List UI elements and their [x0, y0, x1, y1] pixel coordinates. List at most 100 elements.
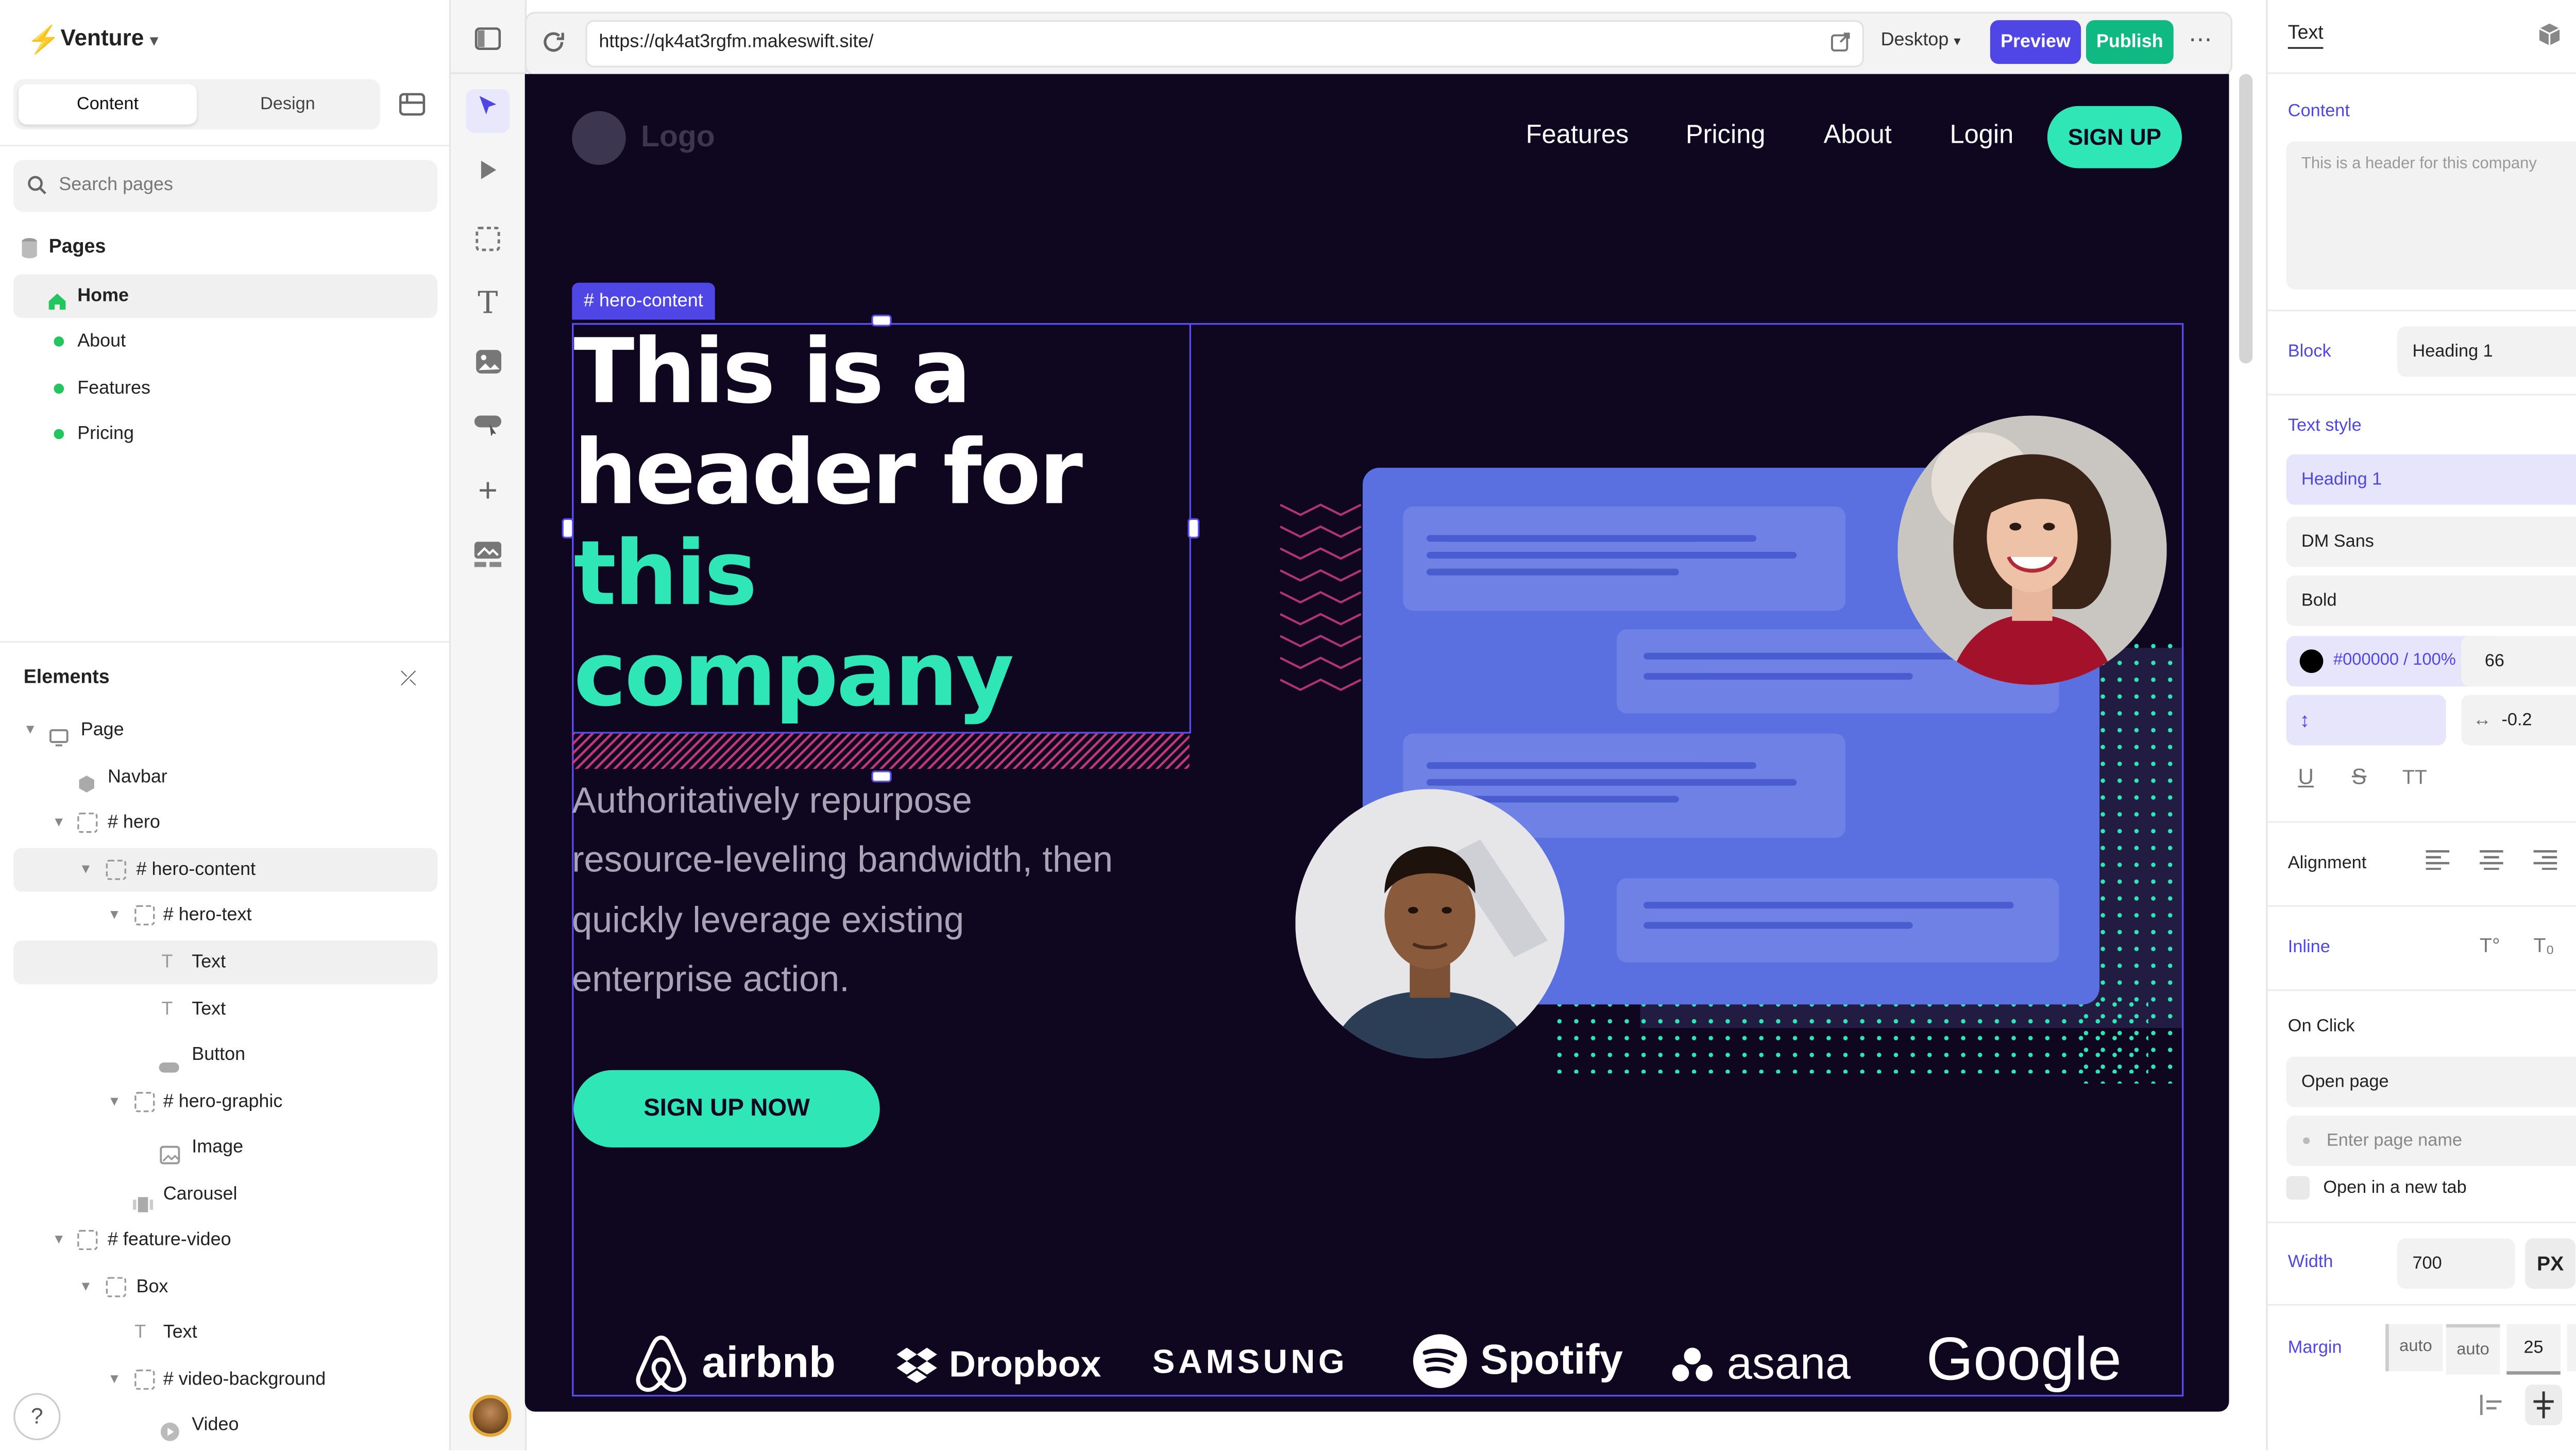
- font-weight-select[interactable]: Bold⌄: [2286, 575, 2576, 626]
- letter-spacing-value: -0.2: [2501, 710, 2532, 731]
- select-tool-icon[interactable]: [466, 89, 510, 133]
- tree-item-page[interactable]: ▼ Page: [13, 708, 437, 752]
- block-select[interactable]: Heading 1⌄: [2397, 326, 2576, 377]
- user-avatar[interactable]: [469, 1394, 512, 1437]
- tree-item-text[interactable]: T Text: [13, 1311, 437, 1355]
- align-center-icon[interactable]: [2480, 850, 2503, 875]
- unit-px-button[interactable]: PX: [2525, 1238, 2576, 1289]
- page-item-home[interactable]: Home: [13, 274, 437, 318]
- nav-link-features[interactable]: Features: [1526, 121, 1629, 151]
- nav-link-pricing[interactable]: Pricing: [1686, 121, 1766, 151]
- tree-item-hero[interactable]: ▼ # hero: [13, 801, 437, 845]
- body-line: quickly leverage existing: [572, 899, 964, 940]
- sidebar-toggle-icon[interactable]: [466, 20, 510, 64]
- align-right-icon[interactable]: [2533, 850, 2557, 875]
- search-input[interactable]: Search pages: [59, 175, 173, 195]
- margin-right-input[interactable]: auto: [2567, 1324, 2576, 1372]
- text-style-select[interactable]: Heading 1⌄: [2286, 454, 2576, 505]
- underline-icon[interactable]: U: [2298, 764, 2314, 789]
- page-item-about[interactable]: About: [13, 319, 437, 363]
- external-link-icon[interactable]: [1831, 32, 1851, 57]
- dropbox-icon: [896, 1348, 937, 1383]
- nav-link-about[interactable]: About: [1824, 121, 1892, 151]
- search-pages[interactable]: Search pages: [13, 160, 437, 212]
- tree-item-hero-text[interactable]: ▼ # hero-text: [13, 893, 437, 937]
- page-item-features[interactable]: Features: [13, 367, 437, 411]
- tab-content[interactable]: Content: [18, 84, 197, 125]
- box-tool-icon[interactable]: [466, 222, 510, 266]
- tree-item-hero-content[interactable]: ▼ # hero-content: [13, 848, 437, 892]
- selection-tag[interactable]: # hero-content: [572, 282, 715, 320]
- collapse-icon[interactable]: ⤫: [400, 666, 416, 691]
- tree-item-label: # hero-content: [136, 859, 256, 880]
- caret-down-icon: ▼: [107, 906, 121, 922]
- hero-cta-button[interactable]: SIGN UP NOW: [573, 1070, 880, 1148]
- url-input[interactable]: https://qk4at3rgfm.makeswift.site/: [599, 32, 873, 52]
- text-tool-icon[interactable]: T: [466, 283, 510, 327]
- help-button[interactable]: ?: [13, 1393, 61, 1441]
- nav-signup-button[interactable]: SIGN UP: [2047, 106, 2182, 168]
- line-height-input[interactable]: ↕: [2286, 695, 2446, 746]
- add-element-icon[interactable]: +: [466, 469, 510, 513]
- box-icon: [134, 1092, 155, 1112]
- page-name-input[interactable]: Enter page name: [2286, 1115, 2576, 1166]
- width-input[interactable]: 700: [2397, 1238, 2515, 1289]
- letter-spacing-input[interactable]: ↔ -0.2: [2461, 695, 2576, 746]
- caret-down-icon: ▼: [107, 1371, 121, 1387]
- tree-item-text[interactable]: T Text: [13, 940, 437, 985]
- library-icon[interactable]: [399, 93, 426, 116]
- superscript-icon[interactable]: T°: [2480, 934, 2500, 957]
- site-name[interactable]: Venture ▾: [61, 25, 158, 50]
- site-logo-text[interactable]: Logo: [641, 120, 715, 155]
- body-line: enterprise action.: [572, 958, 850, 1000]
- tree-item-feature-video[interactable]: ▼ # feature-video: [13, 1218, 437, 1262]
- margin-left-input[interactable]: auto: [2385, 1324, 2443, 1372]
- resize-handle[interactable]: [1188, 518, 1200, 538]
- logo-google: Google: [1926, 1324, 2122, 1393]
- tree-item-button[interactable]: Button: [13, 1033, 437, 1077]
- component-icon[interactable]: [2537, 22, 2562, 52]
- nav-link-login[interactable]: Login: [1950, 121, 2013, 151]
- tab-design[interactable]: Design: [198, 84, 377, 124]
- more-icon[interactable]: ⋯: [2189, 25, 2212, 54]
- refresh-icon[interactable]: [540, 29, 567, 61]
- tree-item-video-background[interactable]: ▼ # video-background: [13, 1358, 437, 1402]
- device-select[interactable]: Desktop ▾: [1881, 30, 1961, 50]
- caret-down-icon: ▼: [23, 721, 37, 737]
- margin-label: Margin: [2287, 1337, 2342, 1358]
- onclick-select[interactable]: Open page⌄: [2286, 1056, 2576, 1107]
- tree-item-hero-graphic[interactable]: ▼ # hero-graphic: [13, 1080, 437, 1124]
- button-tool-icon[interactable]: [466, 406, 510, 449]
- content-textarea[interactable]: This is a header for this company: [2286, 141, 2576, 290]
- tree-item-box[interactable]: ▼ Box: [13, 1266, 437, 1309]
- tree-item-navbar[interactable]: Navbar: [13, 755, 437, 799]
- image-tool-icon[interactable]: [466, 345, 510, 389]
- url-field[interactable]: https://qk4at3rgfm.makeswift.site/: [585, 20, 1864, 68]
- play-tool-icon[interactable]: [466, 151, 510, 195]
- new-tab-checkbox[interactable]: [2286, 1176, 2310, 1200]
- tree-item-text[interactable]: T Text: [13, 988, 437, 1032]
- subscript-icon[interactable]: T₀: [2534, 934, 2554, 957]
- margin-align-left-icon[interactable]: [2480, 1393, 2503, 1422]
- tree-item-video[interactable]: Video: [13, 1403, 437, 1447]
- publish-button[interactable]: Publish: [2086, 20, 2174, 64]
- page-item-pricing[interactable]: Pricing: [13, 412, 437, 456]
- align-left-icon[interactable]: [2426, 850, 2450, 875]
- preview-button[interactable]: Preview: [1990, 20, 2081, 64]
- margin-top-input[interactable]: auto: [2446, 1324, 2500, 1375]
- tree-item-image[interactable]: Image: [13, 1125, 437, 1169]
- page-item-label: Pricing: [77, 424, 134, 445]
- font-family-select[interactable]: DM Sans⌄: [2286, 516, 2576, 567]
- library-tool-icon[interactable]: [466, 538, 510, 582]
- hero-heading[interactable]: This is a header for this company: [573, 322, 1129, 727]
- font-size-input[interactable]: 66: [2461, 636, 2576, 687]
- margin-align-center-icon[interactable]: [2525, 1385, 2563, 1425]
- strikethrough-icon[interactable]: S: [2352, 764, 2366, 789]
- box-icon: [77, 1229, 98, 1251]
- canvas-scrollbar[interactable]: [2239, 74, 2253, 364]
- tree-item-carousel[interactable]: Carousel: [13, 1173, 437, 1217]
- hero-body-text[interactable]: Authoritatively repurpose resource-level…: [572, 772, 1211, 1010]
- uppercase-icon[interactable]: TT: [2402, 766, 2427, 789]
- resize-handle[interactable]: [562, 518, 574, 538]
- margin-bottom-input[interactable]: 25: [2506, 1324, 2561, 1375]
